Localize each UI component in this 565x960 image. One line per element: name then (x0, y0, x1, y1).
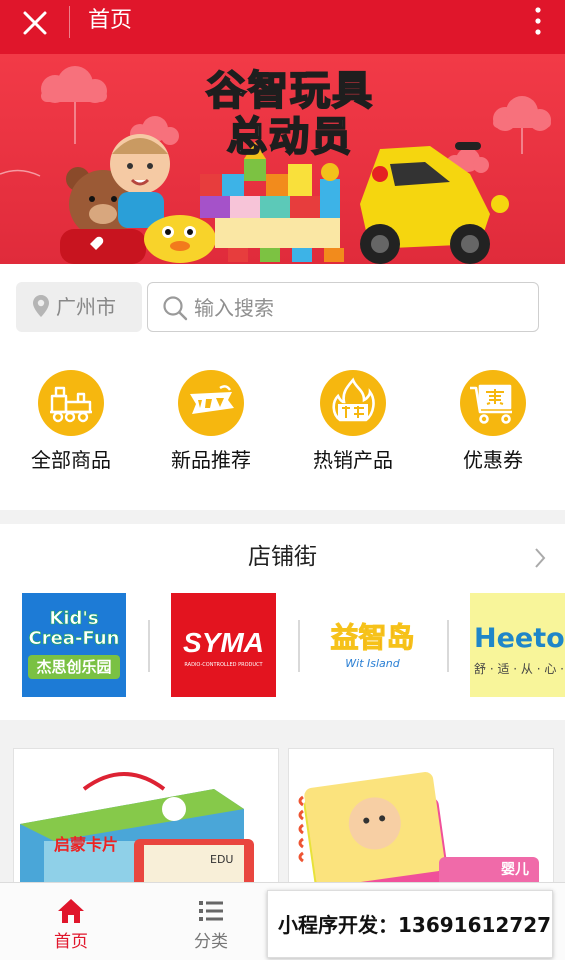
shop-subtitle: 舒 · 适 · 从 · 心 · 开 · 始 (474, 662, 565, 676)
logo-divider (298, 620, 300, 672)
city-selector[interactable]: 广州市 (16, 282, 142, 332)
search-input[interactable]: 输入搜索 (147, 282, 539, 332)
shop-subtitle: Wit Island (345, 657, 400, 670)
category-label: 热销产品 (313, 448, 393, 472)
search-placeholder: 输入搜索 (194, 296, 274, 320)
list-icon (199, 901, 223, 921)
title-separator (69, 6, 70, 38)
product-image (20, 772, 254, 897)
shop-name: 益智岛 (330, 621, 415, 655)
category-label: 优惠券 (463, 448, 523, 472)
contact-text: 小程序开发：13691612727 (278, 913, 552, 937)
coupon-cart-icon (470, 384, 512, 424)
tab-category[interactable]: 分类 (166, 883, 256, 960)
shop-name: SYMA (183, 627, 264, 658)
tab-home[interactable]: 首页 (26, 883, 116, 960)
product-grid: 启蒙卡片 EDU 婴儿 (0, 734, 565, 898)
train-icon (50, 386, 92, 423)
category-hot-sale[interactable]: 热销产品 (288, 370, 418, 500)
top-navigation-bar: 首页 (0, 0, 565, 54)
search-icon (163, 296, 188, 321)
shop-logo-syma[interactable]: SYMA RADIO-CONTROLLED PRODUCT (171, 593, 276, 697)
logo-divider (447, 620, 449, 672)
product-caption: 婴儿 (501, 862, 529, 878)
product-tag: EDU (210, 853, 234, 866)
search-area: 广州市 输入搜索 (0, 264, 565, 350)
more-vertical-icon[interactable] (533, 6, 543, 36)
page-title: 首页 (88, 8, 133, 33)
tab-label: 分类 (194, 932, 228, 952)
city-label: 广州市 (56, 295, 116, 319)
shop-street-section: 店铺街 Kid's Crea-Fun 杰思创乐园 SYMA RADIO-CONT… (0, 524, 565, 720)
product-card[interactable]: 启蒙卡片 EDU (13, 748, 279, 898)
shop-subtitle: 杰思创乐园 (36, 658, 112, 676)
product-caption: 启蒙卡片 (54, 835, 119, 854)
hot-sale-icon (332, 377, 375, 422)
category-label: 全部商品 (31, 448, 111, 472)
product-card[interactable]: 婴儿 (288, 748, 554, 898)
shop-subtitle: RADIO-CONTROLLED PRODUCT (184, 662, 263, 668)
category-new-arrivals[interactable]: 新品推荐 (146, 370, 276, 500)
chevron-right-icon[interactable] (533, 546, 547, 570)
home-icon (58, 899, 84, 923)
shop-logo-wit-island[interactable]: 益智岛 Wit Island (320, 593, 425, 697)
developer-contact-banner: 小程序开发：13691612727 (267, 890, 553, 958)
app-screen: 首页 谷智玩具 总动员 广州市 输入搜索 全部商品 新品推荐 热销产品 优惠券 … (0, 0, 565, 960)
category-shortcuts: 全部商品 新品推荐 热销产品 优惠券 (0, 350, 565, 510)
close-icon[interactable] (20, 8, 50, 38)
location-pin-icon (33, 295, 49, 317)
shop-logo-heetoy[interactable]: Heetoy 舒 · 适 · 从 · 心 · 开 · 始 (470, 593, 565, 697)
category-all-products[interactable]: 全部商品 (6, 370, 136, 500)
section-title: 店铺街 (248, 544, 317, 570)
new-badge-icon (190, 385, 234, 414)
category-coupons[interactable]: 优惠券 (428, 370, 558, 500)
tab-label: 首页 (54, 932, 88, 952)
promo-banner[interactable]: 谷智玩具 总动员 (0, 54, 565, 264)
shop-name: Kid's Crea-Fun (28, 608, 120, 649)
logo-divider (148, 620, 150, 672)
banner-title: 谷智玩具 总动员 (205, 67, 374, 161)
category-label: 新品推荐 (171, 448, 251, 472)
shop-logo-kids-creafun[interactable]: Kid's Crea-Fun 杰思创乐园 (22, 593, 126, 697)
shop-name: Heetoy (474, 623, 565, 654)
